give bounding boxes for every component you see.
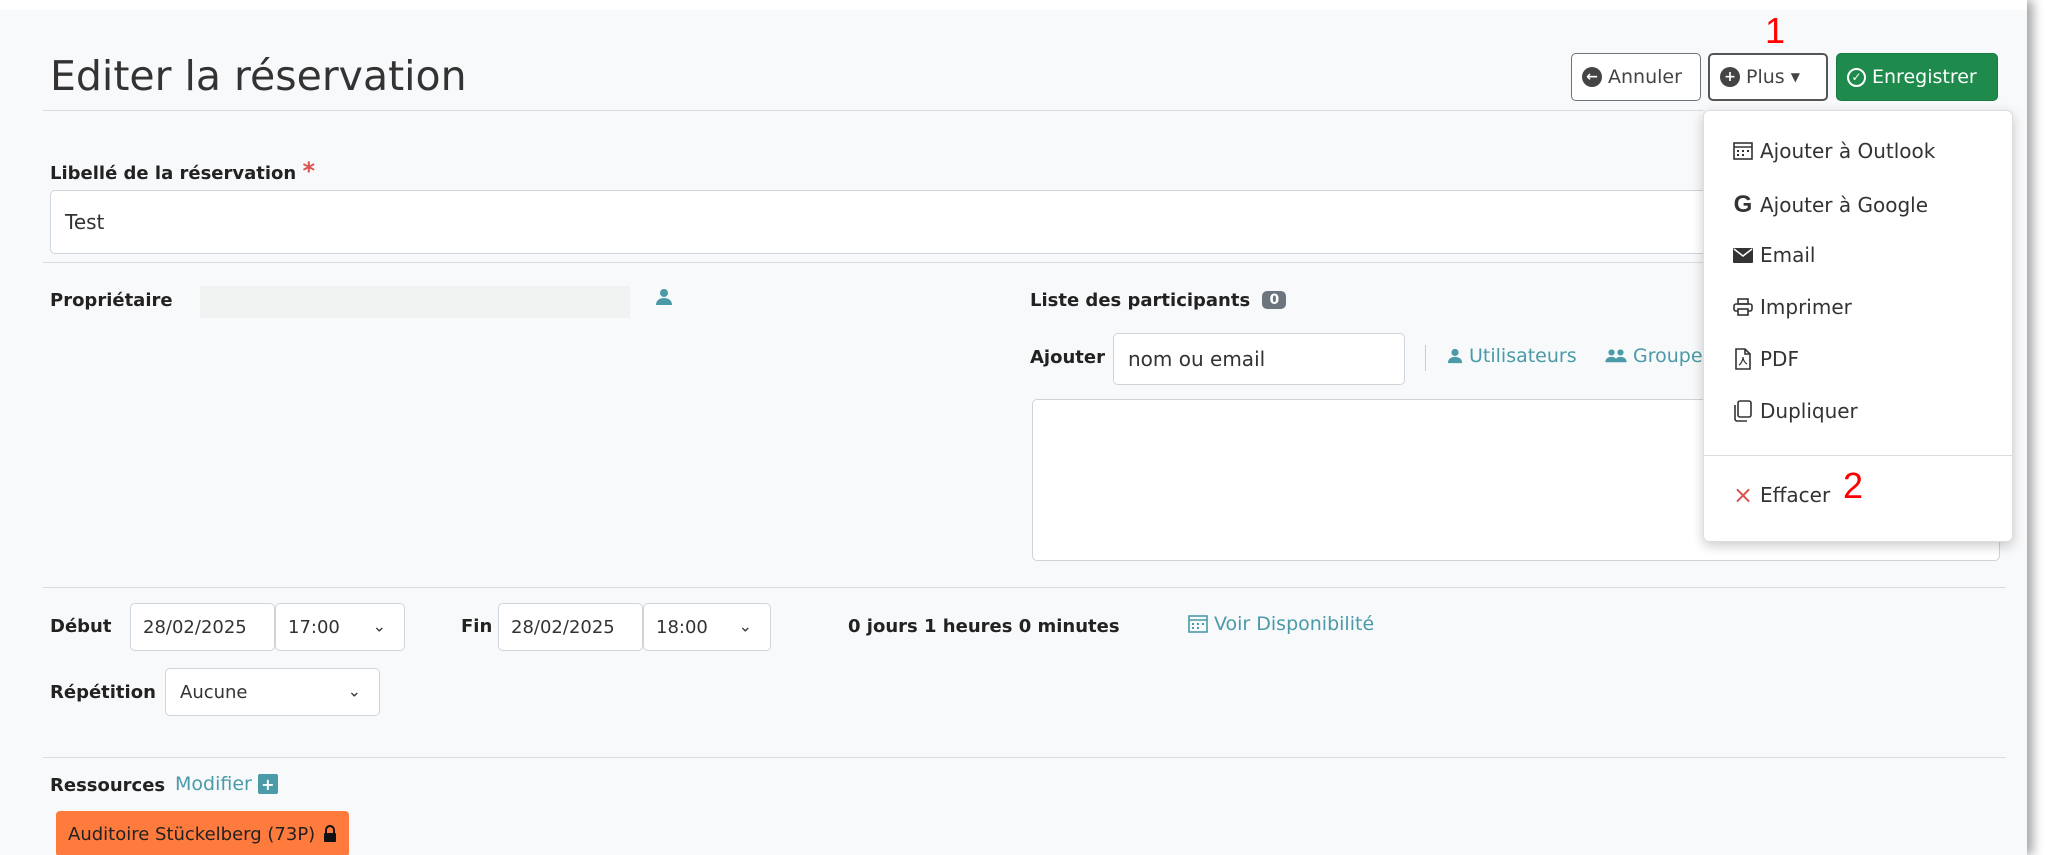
copy-icon xyxy=(1732,400,1754,422)
chevron-down-icon: ⌄ xyxy=(347,681,361,701)
more-dropdown-button[interactable]: + Plus ▼ xyxy=(1708,53,1828,101)
close-icon: × xyxy=(1732,481,1754,509)
pdf-icon xyxy=(1732,348,1754,370)
save-button[interactable]: ✓ Enregistrer xyxy=(1836,53,1998,101)
users-link-text: Utilisateurs xyxy=(1469,345,1577,367)
owner-value xyxy=(200,286,630,318)
page-frame: Editer la réservation ← Annuler + Plus ▼… xyxy=(0,0,2027,855)
divider xyxy=(43,587,2006,588)
divider xyxy=(43,757,2006,758)
availability-link[interactable]: Voir Disponibilité xyxy=(1188,613,1374,635)
menu-divider xyxy=(1704,455,2012,456)
plus-square-icon: + xyxy=(257,774,278,794)
add-label: Ajouter xyxy=(1030,347,1105,368)
duration-text: 0 jours 1 heures 0 minutes xyxy=(848,616,1120,637)
start-date-input[interactable]: 28/02/2025 xyxy=(130,603,275,651)
menu-item-google[interactable]: G Ajouter à Google xyxy=(1732,191,1928,219)
owner-label: Propriétaire xyxy=(50,290,173,311)
name-label-text: Libellé de la réservation xyxy=(50,163,297,184)
menu-item-label: Effacer xyxy=(1760,483,1831,507)
calendar-icon xyxy=(1188,615,1208,633)
google-icon: G xyxy=(1733,191,1753,218)
menu-item-print[interactable]: Imprimer xyxy=(1732,295,1852,319)
cancel-button[interactable]: ← Annuler xyxy=(1571,53,1701,101)
repeat-select[interactable]: Aucune ⌄ xyxy=(165,668,380,716)
users-link[interactable]: Utilisateurs xyxy=(1447,345,1577,367)
menu-item-outlook[interactable]: Ajouter à Outlook xyxy=(1732,139,1935,163)
modify-resources-link[interactable]: Modifier + xyxy=(175,773,278,795)
calendar-icon xyxy=(1732,142,1754,160)
annotation-marker-2: 2 xyxy=(1843,465,1864,506)
chevron-down-icon: ⌄ xyxy=(738,616,752,636)
resource-tag-label: Auditoire Stückelberg (73P) xyxy=(68,823,316,845)
page-title: Editer la réservation xyxy=(50,52,467,100)
user-icon[interactable] xyxy=(655,288,673,310)
check-circle-icon: ✓ xyxy=(1847,67,1866,87)
menu-item-label: PDF xyxy=(1760,347,1799,371)
end-label: Fin xyxy=(461,616,493,637)
lock-icon xyxy=(324,825,337,842)
annotation-marker-1: 1 xyxy=(1765,10,1786,51)
required-marker: * xyxy=(302,157,316,185)
plus-circle-icon: + xyxy=(1720,67,1740,87)
menu-item-email[interactable]: Email xyxy=(1732,243,1816,267)
separator xyxy=(1425,345,1426,371)
reservation-name-value: Test xyxy=(65,210,105,234)
envelope-icon xyxy=(1732,247,1754,263)
end-time-value: 18:00 xyxy=(656,616,708,638)
menu-item-label: Ajouter à Google xyxy=(1760,193,1929,217)
menu-item-duplicate[interactable]: Dupliquer xyxy=(1732,399,1858,423)
modify-link-text: Modifier xyxy=(175,773,252,795)
back-arrow-icon: ← xyxy=(1582,67,1602,87)
repeat-value: Aucune xyxy=(180,681,248,703)
menu-item-pdf[interactable]: PDF xyxy=(1732,347,1799,371)
chevron-down-icon: ⌄ xyxy=(372,616,386,636)
start-time-value: 17:00 xyxy=(288,616,340,638)
user-icon xyxy=(1447,348,1463,364)
resource-tag[interactable]: Auditoire Stückelberg (73P) xyxy=(56,811,350,855)
divider xyxy=(43,110,1703,111)
menu-item-label: Dupliquer xyxy=(1760,399,1858,423)
caret-down-icon: ▼ xyxy=(1790,70,1800,84)
printer-icon xyxy=(1732,298,1754,316)
start-label: Début xyxy=(50,616,112,637)
participants-label: Liste des participants 0 xyxy=(1030,290,1287,311)
save-button-label: Enregistrer xyxy=(1872,66,1977,88)
menu-item-label: Ajouter à Outlook xyxy=(1760,139,1936,163)
repeat-label: Répétition xyxy=(50,682,156,703)
participants-count-badge: 0 xyxy=(1262,291,1287,309)
participants-label-text: Liste des participants xyxy=(1030,290,1251,311)
users-group-icon xyxy=(1605,349,1627,363)
reservation-name-input[interactable]: Test xyxy=(50,190,1710,254)
add-participant-placeholder: nom ou email xyxy=(1128,347,1266,371)
start-time-select[interactable]: 17:00 ⌄ xyxy=(275,603,405,651)
menu-item-label: Imprimer xyxy=(1760,295,1852,319)
end-time-select[interactable]: 18:00 ⌄ xyxy=(643,603,771,651)
add-participant-input[interactable]: nom ou email xyxy=(1113,333,1405,385)
menu-item-delete[interactable]: × Effacer xyxy=(1732,481,1830,509)
more-button-label: Plus xyxy=(1746,66,1785,88)
menu-item-label: Email xyxy=(1760,243,1816,267)
availability-link-text: Voir Disponibilité xyxy=(1214,613,1375,635)
end-date-value: 28/02/2025 xyxy=(511,616,615,638)
end-date-input[interactable]: 28/02/2025 xyxy=(498,603,643,651)
resources-label: Ressources xyxy=(50,775,166,796)
groups-link[interactable]: Groupe xyxy=(1605,345,1703,367)
cancel-button-label: Annuler xyxy=(1608,66,1682,88)
groups-link-text: Groupe xyxy=(1633,345,1703,367)
start-date-value: 28/02/2025 xyxy=(143,616,247,638)
name-field-label: Libellé de la réservation * xyxy=(50,157,315,185)
